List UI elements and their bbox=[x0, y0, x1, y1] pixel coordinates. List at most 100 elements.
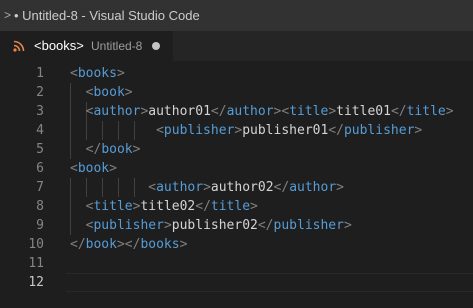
tag-bracket: < bbox=[156, 123, 164, 138]
tag-name: publisher bbox=[163, 123, 235, 138]
tag-name: author bbox=[226, 104, 274, 119]
text-content: title02 bbox=[140, 199, 196, 214]
text-content: author01 bbox=[148, 104, 211, 119]
code-line[interactable]: 10 </book></books> bbox=[0, 235, 473, 254]
current-line-highlight bbox=[66, 273, 473, 292]
code-content: <author>author01</author><title>title01<… bbox=[70, 102, 454, 121]
tag-bracket: < bbox=[70, 161, 78, 176]
tag-bracket: < bbox=[70, 66, 78, 81]
line-number: 2 bbox=[36, 85, 44, 100]
text-content: publisher02 bbox=[171, 218, 258, 233]
line-number: 6 bbox=[36, 161, 44, 176]
tag-bracket: > bbox=[109, 161, 117, 176]
line-number: 9 bbox=[36, 218, 44, 233]
window-title: • Untitled-8 - Visual Studio Code bbox=[14, 8, 200, 23]
tag-bracket: > bbox=[336, 180, 344, 195]
code-line[interactable]: 11 bbox=[0, 254, 473, 273]
title-bar: > • Untitled-8 - Visual Studio Code bbox=[0, 0, 473, 31]
tab-bar: <books> Untitled-8 bbox=[0, 31, 473, 61]
line-number: 11 bbox=[28, 256, 44, 271]
tag-name: publisher bbox=[93, 218, 164, 233]
text-content bbox=[70, 104, 86, 119]
code-line[interactable]: 4 <publisher>publisher01</publisher> bbox=[0, 121, 473, 140]
tag-bracket: </ bbox=[328, 123, 344, 138]
code-line[interactable]: 5 </book> bbox=[0, 140, 473, 159]
text-content bbox=[70, 180, 148, 195]
code-content: <publisher>publisher02</publisher> bbox=[70, 216, 352, 235]
code-content: <title>title02</title> bbox=[70, 197, 258, 216]
tag-bracket: > bbox=[445, 104, 454, 119]
line-number: 8 bbox=[36, 199, 44, 214]
tag-bracket: < bbox=[148, 180, 157, 195]
code-line[interactable]: 7 <author>author02</author> bbox=[0, 178, 473, 197]
tag-name: title bbox=[93, 199, 133, 214]
tag-bracket: < bbox=[281, 104, 290, 119]
tab-description: Untitled-8 bbox=[91, 39, 143, 53]
tag-name: author bbox=[289, 180, 337, 195]
tag-bracket: > bbox=[328, 104, 337, 119]
tag-bracket: > bbox=[132, 142, 141, 157]
tag-bracket: > bbox=[124, 85, 133, 100]
rss-icon bbox=[13, 40, 25, 52]
tag-name: publisher bbox=[343, 123, 415, 138]
text-content bbox=[70, 218, 86, 233]
tag-bracket: </ bbox=[257, 218, 274, 233]
text-content bbox=[70, 199, 86, 214]
tag-bracket: > bbox=[203, 180, 211, 195]
tab-label: <books> bbox=[34, 38, 84, 53]
code-line[interactable]: 8 <title>title02</title> bbox=[0, 197, 473, 216]
line-number: 10 bbox=[28, 237, 44, 252]
code-content: <author>author02</author> bbox=[70, 178, 344, 197]
code-line[interactable]: 1 <books> bbox=[0, 64, 473, 83]
code-content: <publisher>publisher01</publisher> bbox=[70, 121, 422, 140]
code-line[interactable]: 6 <book> bbox=[0, 159, 473, 178]
text-content: author02 bbox=[210, 180, 274, 195]
tag-bracket: > bbox=[116, 66, 125, 81]
tag-bracket: > bbox=[163, 218, 172, 233]
text-content bbox=[70, 142, 86, 157]
code-content: </book></books> bbox=[70, 235, 187, 254]
tag-bracket: </ bbox=[210, 104, 227, 119]
tag-bracket: </ bbox=[70, 237, 86, 252]
tag-bracket: </ bbox=[273, 180, 290, 195]
tag-name: books bbox=[140, 237, 180, 252]
line-number: 7 bbox=[36, 180, 44, 195]
tag-name: book bbox=[101, 142, 133, 157]
line-number: 5 bbox=[36, 142, 44, 157]
line-number: 4 bbox=[36, 123, 44, 138]
text-content: publisher01 bbox=[242, 123, 329, 138]
tag-name: publisher bbox=[273, 218, 344, 233]
code-editor[interactable]: 1 <books> 2 <book> 3 <author>author01</auth… bbox=[0, 61, 473, 308]
code-line[interactable]: 3 <author>author01</author><title>title0… bbox=[0, 102, 473, 121]
tag-name: title bbox=[210, 199, 251, 214]
line-number: 1 bbox=[36, 66, 44, 81]
tag-bracket: > bbox=[414, 123, 423, 138]
menu-chevron-icon[interactable]: > bbox=[4, 0, 11, 31]
tag-name: author bbox=[93, 104, 141, 119]
code-content: <books> bbox=[70, 64, 125, 83]
tag-name: book bbox=[85, 237, 117, 252]
text-content bbox=[70, 85, 86, 100]
line-number: 12 bbox=[28, 275, 44, 290]
tag-name: author bbox=[156, 180, 204, 195]
tag-name: books bbox=[77, 66, 117, 81]
code-line[interactable]: 2 <book> bbox=[0, 83, 473, 102]
editor-tab[interactable]: <books> Untitled-8 bbox=[0, 31, 173, 61]
tag-bracket: </ bbox=[124, 237, 141, 252]
code-line[interactable]: 9 <publisher>publisher02</publisher> bbox=[0, 216, 473, 235]
code-content: </book> bbox=[70, 140, 141, 159]
tag-name: book bbox=[77, 161, 110, 176]
tag-name: book bbox=[93, 85, 125, 100]
tag-bracket: </ bbox=[195, 199, 211, 214]
tag-bracket: > bbox=[343, 218, 352, 233]
tag-bracket: </ bbox=[85, 142, 102, 157]
code-content: <book> bbox=[70, 83, 133, 102]
line-number: 3 bbox=[36, 104, 44, 119]
tag-name: title bbox=[289, 104, 329, 119]
tag-name: title bbox=[406, 104, 446, 119]
unsaved-dot-icon[interactable] bbox=[152, 42, 160, 50]
tag-bracket: > bbox=[250, 199, 258, 214]
tag-bracket: > bbox=[116, 237, 125, 252]
text-content: title01 bbox=[336, 104, 391, 119]
code-content: <book> bbox=[70, 159, 117, 178]
